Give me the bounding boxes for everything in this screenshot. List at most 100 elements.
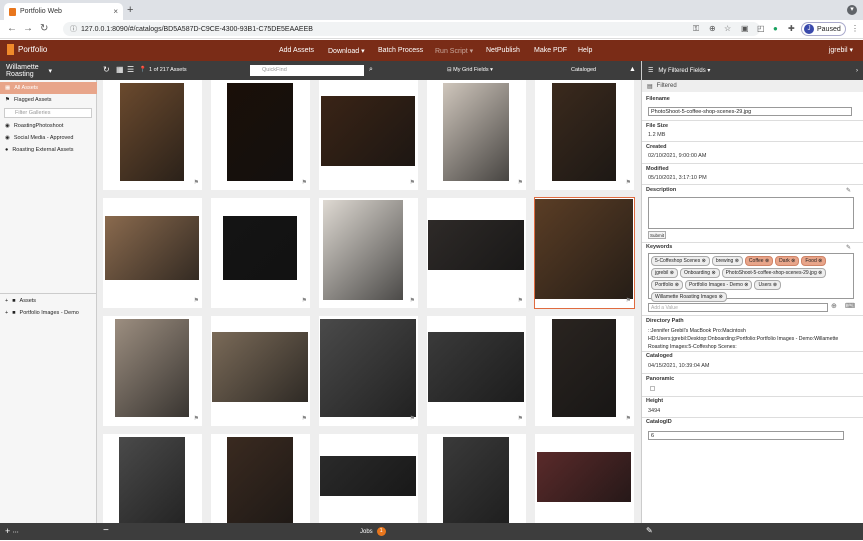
asset-thumbnail[interactable]: ⚑ (427, 80, 526, 190)
puzzle-icon[interactable]: ✚ (788, 24, 795, 33)
sidebar-item-flagged-assets[interactable]: ⚑ Flagged Assets (0, 94, 97, 106)
sort-field[interactable]: Cataloged (571, 67, 596, 73)
more-icon[interactable]: ⋮ (851, 24, 859, 33)
remove-icon[interactable]: ⊗ (710, 270, 715, 276)
window-menu-icon[interactable]: ▾ (847, 5, 857, 15)
browser-tab[interactable]: Portfolio Web × (4, 3, 123, 20)
url-field[interactable]: ⓘ 127.0.0.1:8090/#/catalogs/BD5A587D-C9C… (63, 22, 760, 36)
flag-icon[interactable]: ⚑ (302, 297, 307, 304)
menu-make-pdf[interactable]: Make PDF (534, 47, 567, 54)
menu-help[interactable]: Help (578, 47, 592, 54)
flag-icon[interactable]: ⚑ (194, 179, 199, 186)
add-circle-icon[interactable]: ⊕ (831, 302, 837, 310)
asset-thumbnail[interactable]: ⚑ (534, 197, 635, 309)
jobs-indicator[interactable]: Jobs 1 (360, 527, 386, 536)
menu-batch-process[interactable]: Batch Process (378, 47, 423, 54)
keyword-tag[interactable]: Food ⊗ (801, 256, 827, 266)
asset-thumbnail[interactable]: ⚑ (211, 316, 310, 426)
keyword-tag[interactable]: Dark ⊗ (775, 256, 800, 266)
star-icon[interactable]: ☆ (724, 24, 731, 33)
grammarly-icon[interactable]: ● (773, 24, 778, 33)
remove-icon[interactable]: ⊗ (733, 258, 739, 264)
remove-icon[interactable]: ⊗ (817, 258, 822, 264)
flag-icon[interactable]: ⚑ (194, 297, 199, 304)
gallery-social-media[interactable]: ◉ Social Media - Approved (0, 132, 97, 144)
remove-icon[interactable]: ⊗ (743, 282, 748, 288)
forward-icon[interactable]: → (23, 23, 33, 34)
asset-thumbnail[interactable]: ⚑ (319, 198, 418, 308)
menu-download[interactable]: Download ▾ (328, 47, 365, 55)
add-value-input[interactable]: Add a Value (648, 303, 828, 312)
grid-view-icon[interactable]: ▦ (116, 65, 124, 74)
flag-icon[interactable]: ⚑ (518, 415, 523, 422)
remove-icon[interactable]: ⊗ (772, 282, 777, 288)
keyword-tag[interactable]: Onboarding ⊗ (679, 268, 720, 278)
grid-fields-dropdown[interactable]: ⊟ My Grid Fields ▾ (447, 67, 493, 73)
asset-thumbnail[interactable]: ⚑ (535, 80, 634, 190)
quickfind-input[interactable]: QuickFind (250, 65, 364, 76)
back-icon[interactable]: ← (7, 23, 17, 34)
description-textarea[interactable] (648, 197, 854, 229)
asset-thumbnail[interactable]: ⚑ (211, 198, 310, 308)
reload-icon[interactable]: ↻ (40, 23, 48, 34)
flag-icon[interactable]: ⚑ (302, 179, 307, 186)
edit-icon[interactable]: ✎ (846, 244, 851, 251)
add-icon[interactable]: + (5, 526, 10, 536)
keyword-tag[interactable]: Users ⊗ (754, 280, 782, 290)
profile-button[interactable]: J Paused (801, 22, 846, 36)
search-icon[interactable]: ⌕ (369, 66, 373, 74)
remove-icon[interactable]: ⊗ (764, 258, 769, 264)
asset-thumbnail[interactable]: ⚑ (211, 434, 310, 523)
keyword-tag[interactable]: Coffee ⊗ (744, 256, 774, 266)
filename-field[interactable]: PhotoShoot-5-coffee-shop-scenes-29.jpg (648, 107, 852, 116)
asset-thumbnail[interactable]: ⚑ (103, 198, 202, 308)
menu-netpublish[interactable]: NetPublish (486, 47, 520, 54)
flag-icon[interactable]: ⚑ (518, 297, 523, 304)
edit-form-icon[interactable]: ✎ (646, 526, 653, 535)
remove-icon[interactable]: ⊗ (790, 258, 795, 264)
collapse-panel-icon[interactable]: › (856, 68, 858, 74)
camera-icon[interactable]: ▣ (741, 24, 749, 33)
keywords-box[interactable]: 5-Coffeshop Scenes ⊗ brewing ⊗ Coffee ⊗ Dar… (648, 253, 854, 302)
close-tab-icon[interactable]: × (113, 7, 118, 16)
flag-icon[interactable]: ⚑ (410, 297, 415, 304)
asset-thumbnail[interactable]: ⚑ (319, 80, 418, 190)
user-menu[interactable]: jgrebil ▾ (829, 46, 853, 54)
keyboard-icon[interactable]: ⌨ (845, 302, 855, 310)
submit-button[interactable]: Submit (648, 231, 666, 239)
portfolio-logo[interactable]: Portfolio (7, 44, 47, 55)
zoom-icon[interactable]: ⊕ (709, 24, 716, 33)
flag-icon[interactable]: ⚑ (194, 415, 199, 422)
menu-add-assets[interactable]: Add Assets (279, 47, 314, 54)
catalogid-field[interactable]: 6 (648, 431, 844, 440)
asset-thumbnail[interactable]: ⚑ (427, 198, 526, 308)
flag-icon[interactable]: ⚑ (410, 415, 415, 422)
asset-thumbnail[interactable]: ⚑ (103, 80, 202, 190)
keyword-tag[interactable]: 5-Coffeshop Scenes ⊗ (651, 256, 710, 266)
extension-icon[interactable]: ◰ (757, 24, 765, 33)
flag-icon[interactable]: ⚑ (626, 179, 631, 186)
asset-thumbnail[interactable]: ⚑ (211, 80, 310, 190)
info-icon[interactable]: ⓘ (70, 24, 77, 34)
collapse-icon[interactable]: − (103, 525, 109, 536)
flag-icon[interactable]: ⚑ (410, 179, 415, 186)
remove-icon[interactable]: ⊗ (817, 270, 822, 276)
gallery-roasting-external[interactable]: ● Roasting External Assets (0, 144, 97, 156)
asset-thumbnail[interactable]: ⚑ (103, 434, 202, 523)
keyword-tag[interactable]: PhotoShoot-5-coffee-shop-scenes-29.jpg ⊗ (721, 268, 827, 278)
refresh-icon[interactable]: ↻ (103, 65, 110, 74)
folder-assets[interactable]: + ■ Assets (0, 295, 97, 307)
filtered-row[interactable]: ▤ Filtered (642, 80, 863, 92)
keyword-tag[interactable]: jgrebil ⊗ (651, 268, 678, 278)
expand-icon[interactable]: + (5, 310, 8, 316)
remove-icon[interactable]: ⊗ (673, 282, 679, 288)
edit-icon[interactable]: ✎ (846, 187, 851, 194)
remove-icon[interactable]: ⊗ (717, 294, 723, 300)
flag-icon[interactable]: ⚑ (626, 415, 631, 422)
asset-thumbnail[interactable]: ⚑ (427, 316, 526, 426)
asset-thumbnail[interactable]: ⚑ (319, 316, 418, 426)
sort-direction-icon[interactable]: ▲ (629, 66, 636, 73)
keyword-tag[interactable]: Willamette Roasting Images ⊗ (651, 292, 727, 302)
keyword-tag[interactable]: brewing ⊗ (711, 256, 743, 266)
asset-thumbnail[interactable]: ⚑ (427, 434, 526, 523)
